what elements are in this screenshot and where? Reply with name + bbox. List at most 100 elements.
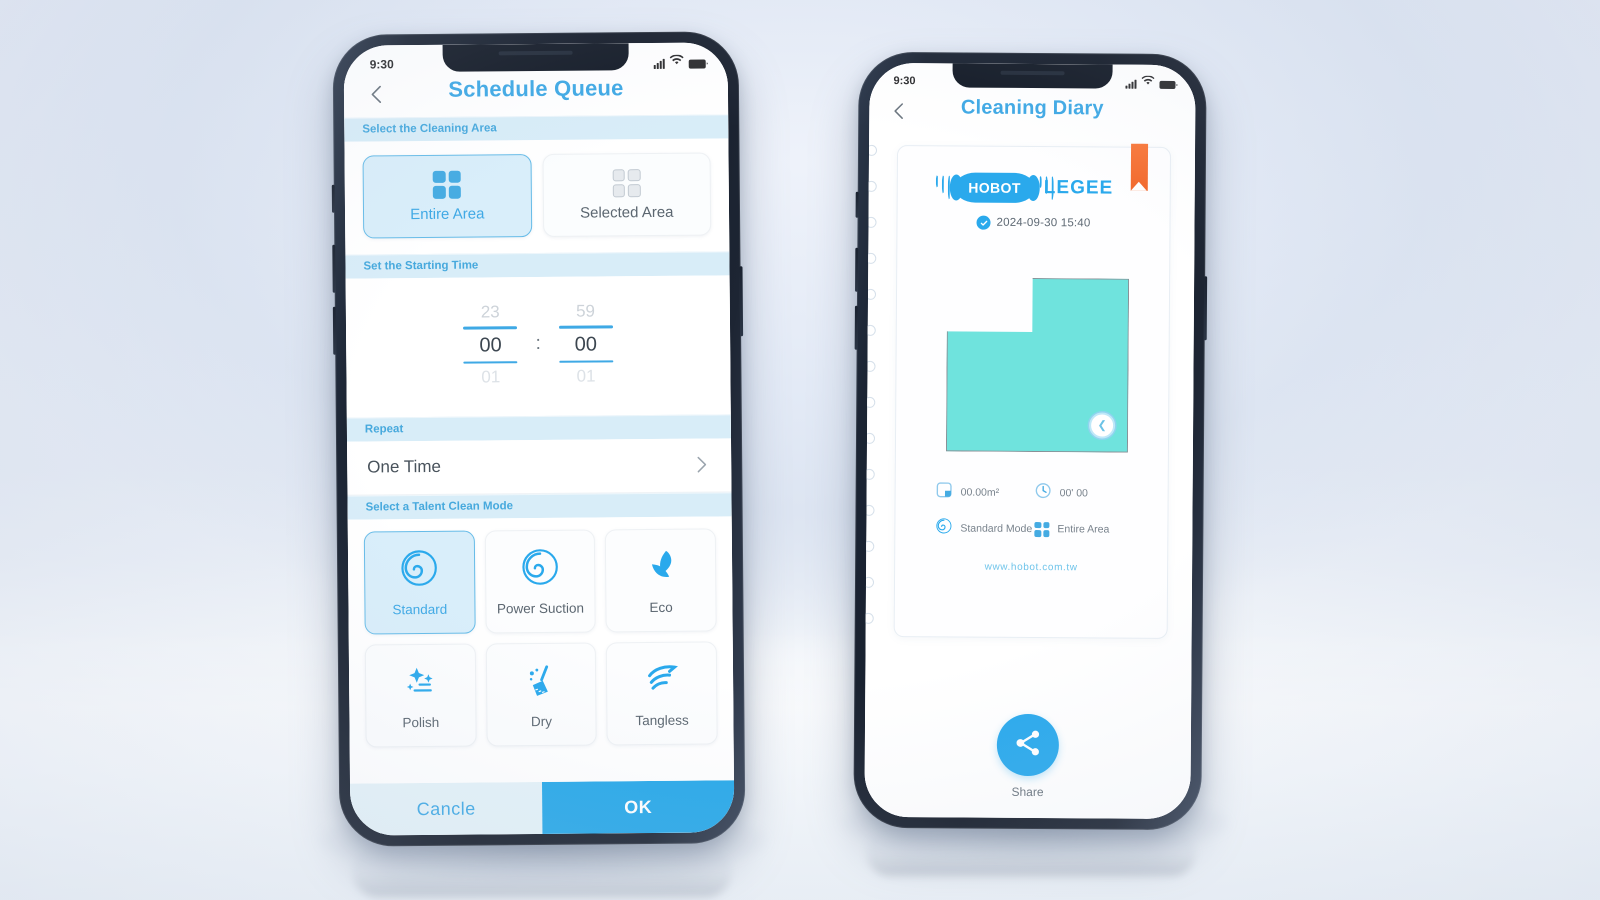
schedule-scroll-area[interactable]: Select the Cleaning Area Entire Area Sel… [344, 114, 734, 784]
mode-card-dry[interactable]: Dry [485, 642, 598, 747]
left-phone-volume-down[interactable] [332, 306, 337, 355]
time-separator: : [535, 332, 541, 354]
mode-card-eco[interactable]: Eco [605, 528, 717, 633]
map-floorplan-shape: ❮ [946, 277, 1129, 452]
left-phone-reflection [352, 845, 732, 897]
mode-card-power-suction[interactable]: Power Suction [484, 529, 597, 634]
stat-value: Standard Mode [960, 522, 1033, 536]
spiral-ring [864, 325, 876, 334]
spiral-icon [399, 548, 439, 593]
cleaning-area-options: Entire Area Selected Area [344, 138, 729, 254]
left-phone-volume-up[interactable] [332, 244, 336, 293]
status-time: 9:30 [893, 74, 916, 87]
area-option-selected-area[interactable]: Selected Area [542, 152, 712, 237]
section-header-clean-mode: Select a Talent Clean Mode [347, 492, 732, 520]
floor-reflection [0, 630, 1600, 900]
spiral-icon [520, 547, 560, 592]
leaf-icon [641, 546, 681, 591]
hour-wheel[interactable]: 23 00 01 [459, 301, 522, 389]
earpiece-speaker [498, 50, 573, 56]
area-option-label: Entire Area [410, 204, 485, 223]
spiral-ring [864, 289, 877, 298]
signal-bars-icon [1125, 79, 1137, 89]
spiral-ring [864, 613, 874, 622]
back-chevron-icon[interactable] [889, 101, 909, 121]
cleaning-diary-app: Cleaning Diary HOBOT LEGEE 2024-09-30 15… [864, 62, 1196, 820]
minute-prev-value: 59 [575, 301, 596, 321]
minute-next-value: 01 [576, 366, 596, 386]
spiral-ring [864, 505, 875, 514]
left-phone-mute-switch[interactable] [331, 184, 336, 213]
spiral-ring [864, 145, 878, 154]
cancel-button[interactable]: Cancle [350, 781, 543, 836]
diary-date: 2024-09-30 15:40 [996, 216, 1091, 230]
time-picker[interactable]: 23 00 01 : 59 00 01 [345, 275, 731, 418]
spiral-ring [864, 253, 877, 262]
ok-button[interactable]: OK [541, 780, 735, 834]
diary-card: HOBOT LEGEE 2024-09-30 15:40 ❮ 00.00m² 0… [893, 143, 1172, 639]
wifi-icon [669, 54, 684, 68]
brand-row: HOBOT LEGEE [898, 146, 1170, 204]
broom-icon [521, 660, 561, 705]
stat-value: 00.00m² [960, 486, 1000, 499]
spiral-ring [864, 181, 877, 190]
website-url: www.hobot.com.tw [984, 561, 1078, 574]
spiral-icon [935, 517, 952, 539]
status-time: 9:30 [369, 56, 394, 71]
scene-vignette [0, 0, 1600, 900]
phone-right-cleaning-diary: 9:30 Cleaning Diary HOBOT LEGEE 2024-09-… [853, 51, 1208, 831]
right-phone-power-button[interactable] [1203, 276, 1208, 341]
cleaning-map[interactable]: ❮ [896, 247, 1170, 475]
chevron-right-icon [691, 454, 711, 474]
schedule-action-bar: Cancle OK [350, 780, 735, 836]
left-phone-power-button[interactable] [739, 266, 744, 337]
spiral-ring [864, 217, 877, 226]
hour-next-value: 01 [481, 367, 501, 387]
mode-card-polish[interactable]: Polish [364, 643, 477, 748]
mode-card-tangless[interactable]: Tangless [606, 641, 718, 746]
swoosh-icon [642, 659, 682, 704]
spiral-ring [864, 433, 876, 442]
area-square-icon [936, 481, 953, 503]
right-phone-volume-down[interactable] [854, 305, 858, 350]
section-header-repeat: Repeat [346, 414, 732, 442]
battery-icon [1159, 80, 1176, 90]
mode-label: Power Suction [496, 600, 585, 617]
mode-card-standard[interactable]: Standard [363, 530, 476, 635]
right-phone-mute-switch[interactable] [855, 191, 859, 218]
repeat-value: One Time [367, 456, 442, 477]
stat-mode: Standard Mode [935, 517, 1034, 540]
share-button[interactable] [996, 713, 1060, 777]
bookmark-ribbon-icon [1130, 143, 1149, 191]
right-phone-volume-up[interactable] [855, 247, 859, 292]
spiral-ring [864, 541, 875, 550]
spiral-binding [864, 137, 880, 693]
share-zone: Share [864, 698, 1192, 820]
back-chevron-icon[interactable] [366, 83, 388, 105]
robot-marker-icon[interactable]: ❮ [1089, 412, 1115, 438]
repeat-row[interactable]: One Time [347, 438, 732, 496]
left-phone-screen: 9:30 Schedule Queue Select the Cleaning … [343, 42, 735, 836]
right-phone-screen: 9:30 Cleaning Diary HOBOT LEGEE 2024-09-… [864, 62, 1196, 820]
area-option-label: Selected Area [579, 203, 674, 222]
schedule-queue-app: Schedule Queue Select the Cleaning Area … [343, 42, 735, 836]
right-phone-notch [952, 63, 1113, 89]
grid-filled-icon [1034, 521, 1050, 537]
diary-wrapper: HOBOT LEGEE 2024-09-30 15:40 ❮ 00.00m² 0… [864, 130, 1196, 702]
wifi-icon [1141, 75, 1155, 89]
share-label: Share [1011, 784, 1044, 800]
hour-current-value: 00 [479, 333, 502, 357]
mode-label: Polish [402, 714, 440, 731]
hour-prev-value: 23 [480, 302, 500, 322]
minute-current-value: 00 [574, 332, 598, 356]
mode-label: Standard [392, 601, 448, 618]
diary-date-row: 2024-09-30 15:40 [897, 215, 1169, 231]
grid-filled-icon [432, 170, 462, 199]
legee-wordmark: LEGEE [1043, 177, 1114, 199]
section-header-cleaning-area: Select the Cleaning Area [344, 114, 729, 142]
section-header-starting-time: Set the Starting Time [345, 251, 730, 279]
spiral-ring [864, 577, 875, 586]
area-option-entire-area[interactable]: Entire Area [362, 154, 532, 239]
stat-coverage: Entire Area [1034, 518, 1133, 541]
minute-wheel[interactable]: 59 00 01 [554, 300, 617, 388]
